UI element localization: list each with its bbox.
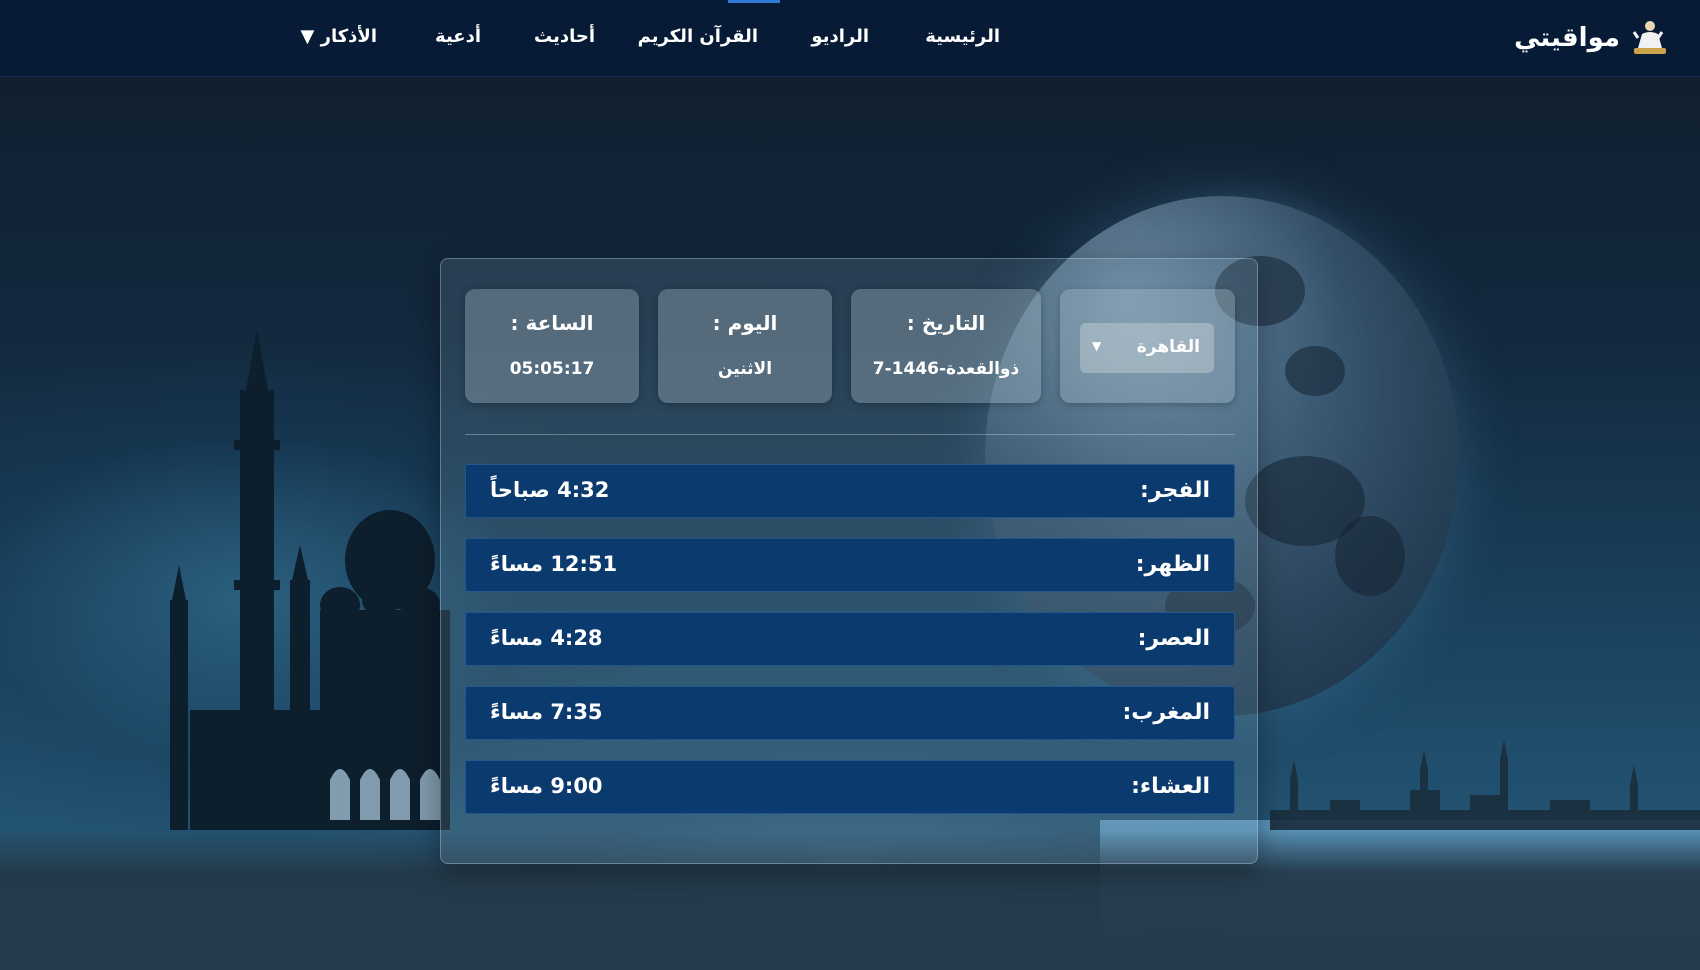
date-label: التاريخ :: [906, 311, 986, 335]
city-box: القاهرة ▼: [1060, 289, 1235, 403]
nav-item-duas[interactable]: أدعية: [435, 26, 481, 47]
brand-name: مواقيتي: [1514, 23, 1620, 53]
brand[interactable]: مواقيتي: [1514, 18, 1670, 58]
nav-item-adhkar-dropdown[interactable]: الأذكار ▼: [300, 26, 377, 47]
prayer-row-asr: العصر: 4:28 مساءً: [465, 612, 1235, 666]
city-selected-value: القاهرة: [1136, 337, 1200, 357]
mosque-silhouette: [170, 330, 450, 830]
nav-active-indicator: [728, 0, 780, 3]
prayer-time: 9:00 مساءً: [490, 774, 603, 798]
prayer-name: المغرب:: [1122, 700, 1210, 725]
prayer-name: العصر:: [1137, 626, 1210, 651]
praying-man-icon: [1632, 21, 1666, 54]
prayer-time: 7:35 مساءً: [490, 700, 603, 724]
nav-item-quran[interactable]: القرآن الكريم: [638, 26, 758, 47]
prayer-row-isha: العشاء: 9:00 مساءً: [465, 760, 1235, 814]
top-navbar: مواقيتي الرئيسية الراديو القرآن الكريم أ…: [0, 0, 1700, 77]
prayer-row-maghrib: المغرب: 7:35 مساءً: [465, 686, 1235, 740]
day-value: الاثنين: [717, 359, 773, 379]
section-divider: [465, 434, 1235, 435]
nav-item-hadiths[interactable]: أحاديث: [534, 26, 595, 47]
time-label: الساعة :: [510, 311, 594, 335]
prayer-time: 4:32 صباحاً: [490, 478, 610, 502]
day-box: اليوم : الاثنين: [658, 289, 832, 403]
prayer-name: الفجر:: [1140, 478, 1210, 503]
date-box: التاريخ : 7-ذوالقعدة-1446: [851, 289, 1041, 403]
prayer-name: الظهر:: [1135, 552, 1210, 577]
time-box: الساعة : 05:05:17: [465, 289, 639, 403]
caret-down-icon: ▼: [1092, 339, 1102, 353]
nav-item-home[interactable]: الرئيسية: [925, 26, 1000, 47]
nav-item-radio[interactable]: الراديو: [811, 26, 869, 47]
nav-menu: الرئيسية الراديو القرآن الكريم أحاديث أد…: [300, 26, 1000, 52]
prayer-times-card: الساعة : 05:05:17 اليوم : الاثنين التاري…: [440, 258, 1258, 864]
prayer-time: 12:51 مساءً: [490, 552, 618, 576]
city-skyline-silhouette: [1270, 740, 1700, 830]
city-select[interactable]: القاهرة ▼: [1080, 323, 1214, 373]
prayer-row-fajr: الفجر: 4:32 صباحاً: [465, 464, 1235, 518]
day-label: اليوم :: [712, 311, 778, 335]
prayer-name: العشاء:: [1131, 774, 1210, 799]
prayer-row-dhuhr: الظهر: 12:51 مساءً: [465, 538, 1235, 592]
time-value: 05:05:17: [509, 359, 595, 379]
date-value: 7-ذوالقعدة-1446: [872, 359, 1020, 379]
prayer-time: 4:28 مساءً: [490, 626, 603, 650]
